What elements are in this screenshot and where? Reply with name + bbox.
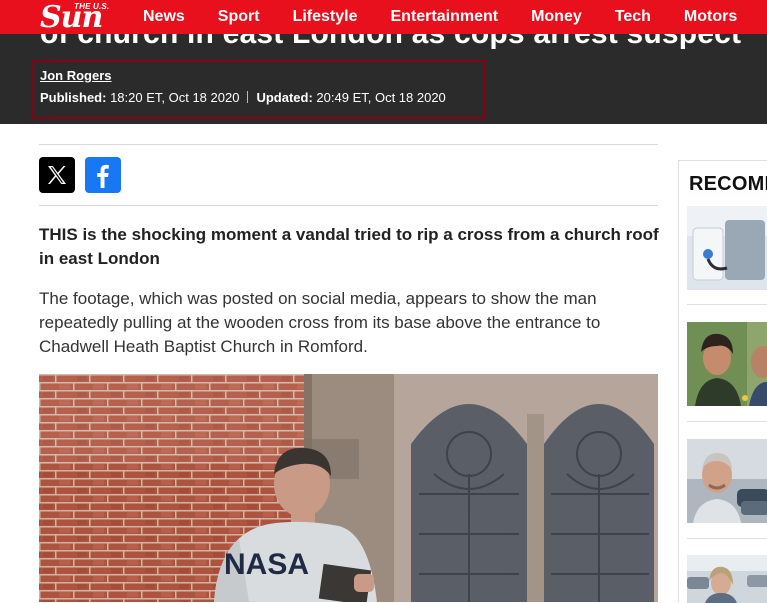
article-dates: Published: 18:20 ET, Oct 18 2020 Updated:… <box>40 90 446 105</box>
the-sun-logo[interactable]: THE U.S. Sun <box>40 0 128 35</box>
recommended-heading: RECOMM <box>689 173 767 195</box>
recommended-thumb-2[interactable] <box>687 322 767 406</box>
article-headline: of church in east London as cops arrest … <box>40 34 741 51</box>
sidebar-divider <box>687 421 767 422</box>
article-header: of church in east London as cops arrest … <box>0 34 767 124</box>
sidebar-divider <box>687 304 767 305</box>
nav-menu: News Sport Lifestyle Entertainment Money… <box>143 0 767 34</box>
recommended-thumb-4[interactable] <box>687 555 767 603</box>
x-logo-icon <box>48 166 66 184</box>
facebook-f-icon <box>97 164 109 188</box>
recommended-sidebar: RECOMM <box>678 160 767 603</box>
date-divider <box>247 91 249 103</box>
article-photo[interactable]: NASA <box>39 374 658 602</box>
published-value: 18:20 ET, Oct 18 2020 <box>110 90 240 105</box>
byline-highlight-box: Jon Rogers Published: 18:20 ET, Oct 18 2… <box>32 60 486 119</box>
nav-item-motors[interactable]: Motors <box>684 8 737 26</box>
vandal-photo-illustration: NASA <box>39 374 658 602</box>
two-men-thumbnail <box>687 322 767 406</box>
nav-item-tech[interactable]: Tech <box>615 8 651 26</box>
divider-top <box>39 144 658 145</box>
recommended-thumb-1[interactable] <box>687 206 767 290</box>
share-facebook-button[interactable] <box>85 157 121 193</box>
shirt-logo-text: NASA <box>224 548 309 581</box>
older-man-cars-thumbnail <box>687 439 767 523</box>
published-label: Published: <box>40 90 107 105</box>
divider-share <box>39 205 658 206</box>
woman-street-thumbnail <box>687 555 767 603</box>
nav-item-news[interactable]: News <box>143 8 185 26</box>
recommended-thumb-3[interactable] <box>687 439 767 523</box>
article-lead: THIS is the shocking moment a vandal tri… <box>39 225 659 268</box>
nav-item-sport[interactable]: Sport <box>218 8 260 26</box>
sidebar-divider <box>687 538 767 539</box>
share-x-button[interactable] <box>39 157 75 193</box>
ev-charger-thumbnail <box>687 206 767 290</box>
nav-item-entertainment[interactable]: Entertainment <box>391 8 499 26</box>
logo-wordmark: Sun <box>40 0 103 35</box>
article-paragraph: The footage, which was posted on social … <box>39 289 601 356</box>
updated-label: Updated: <box>256 90 313 105</box>
nav-item-lifestyle[interactable]: Lifestyle <box>293 8 358 26</box>
nav-item-money[interactable]: Money <box>531 8 582 26</box>
updated-value: 20:49 ET, Oct 18 2020 <box>316 90 446 105</box>
author-link[interactable]: Jon Rogers <box>40 68 112 83</box>
top-nav: THE U.S. Sun News Sport Lifestyle Entert… <box>0 0 767 35</box>
